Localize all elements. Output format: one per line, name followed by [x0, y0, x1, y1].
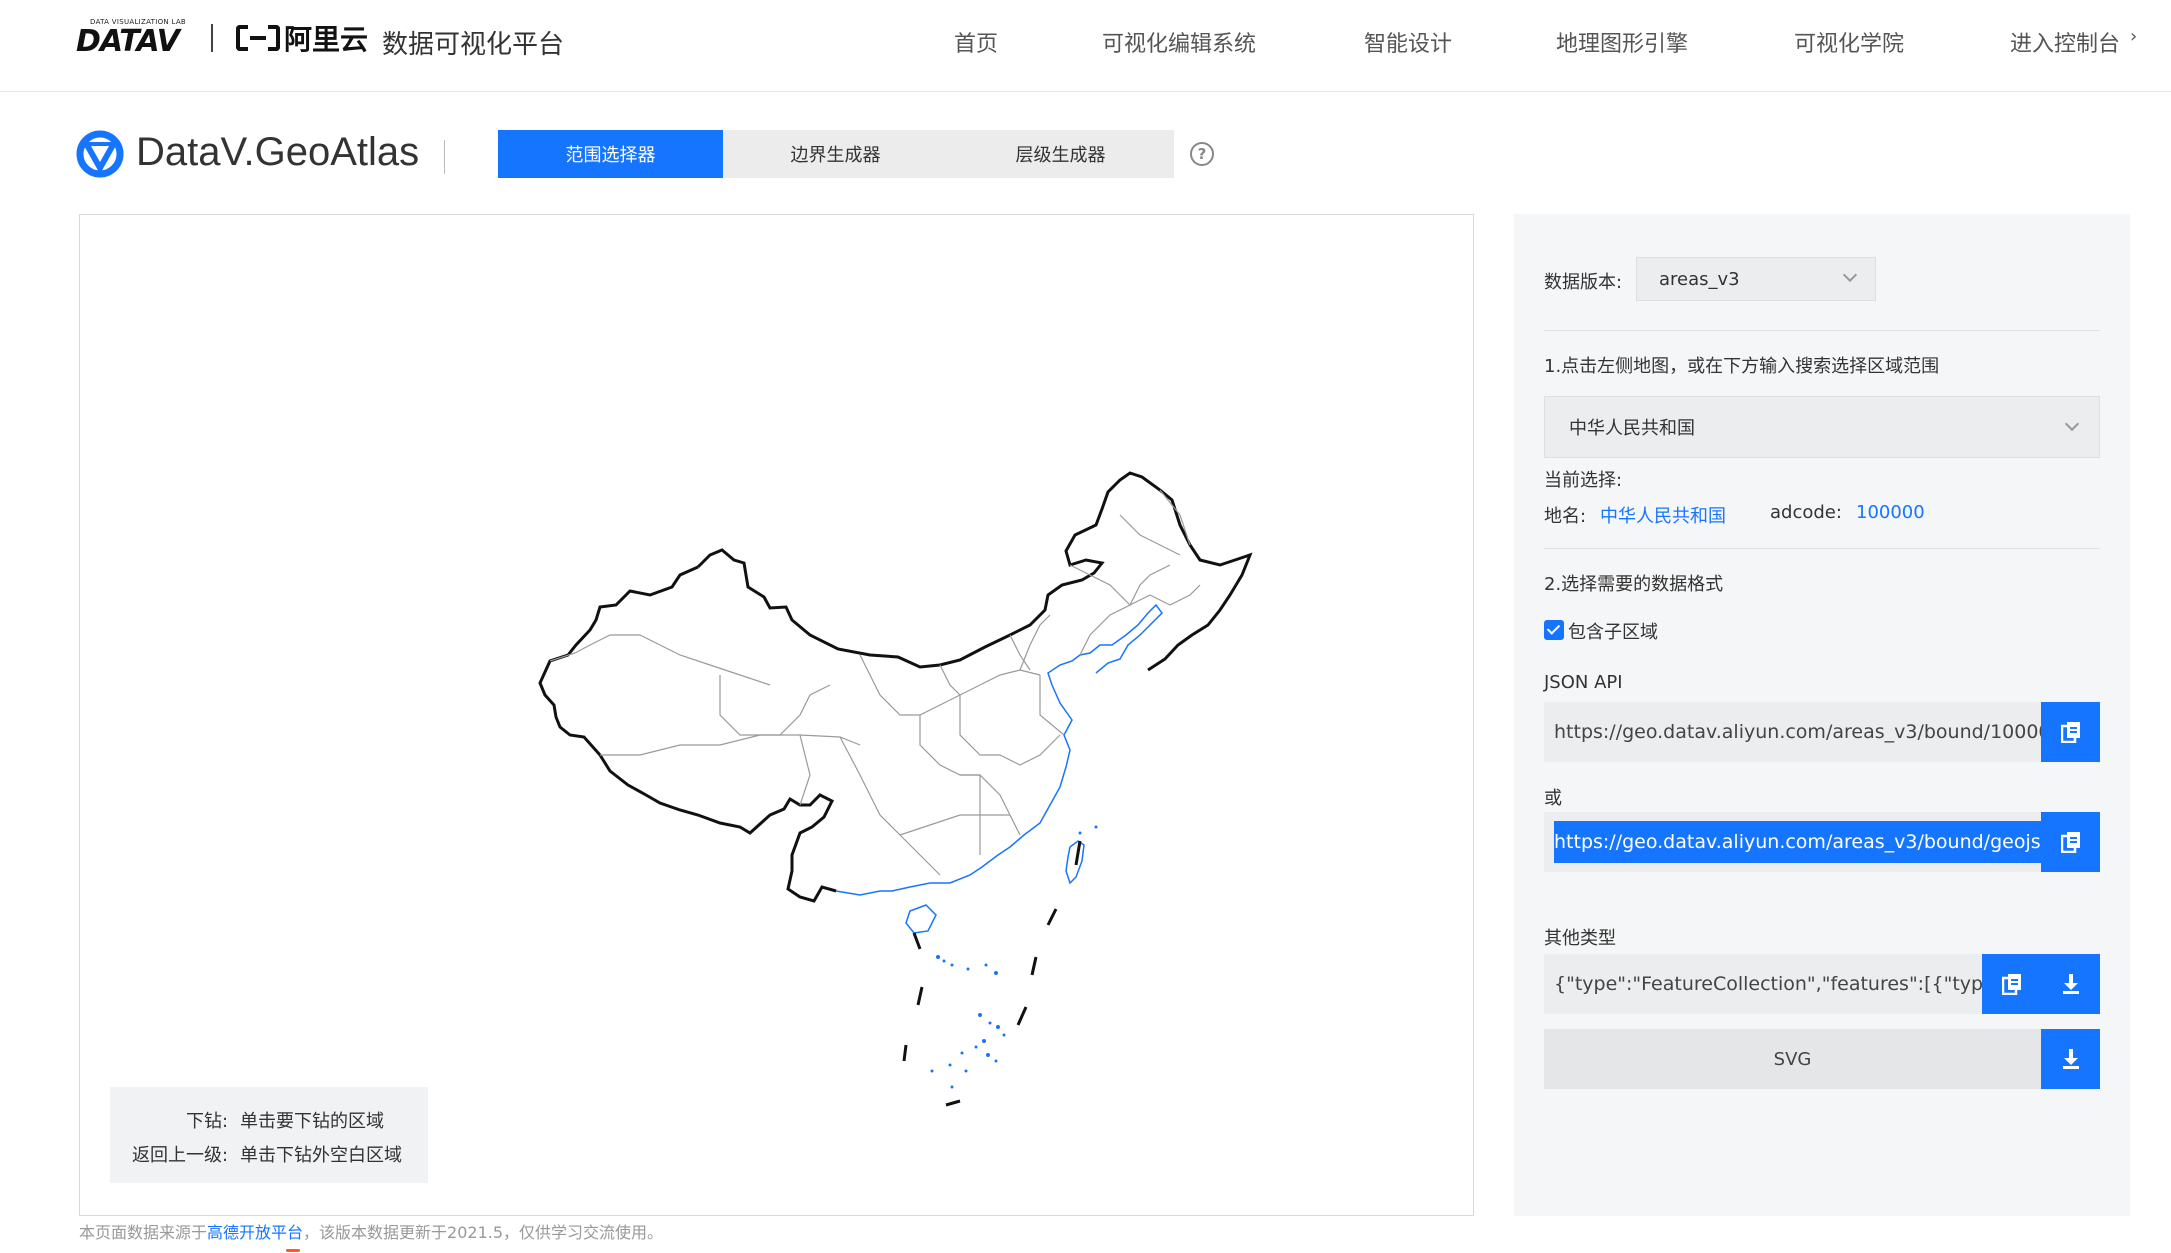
- nav-item-editor[interactable]: 可视化编辑系统: [1102, 26, 1256, 58]
- platform-name: 数据可视化平台: [382, 30, 565, 60]
- copy-geojson-content-button[interactable]: [1982, 954, 2041, 1014]
- help-icon[interactable]: ?: [1190, 142, 1214, 166]
- copy-icon: [2060, 832, 2080, 853]
- red-accent-mark: [286, 1249, 300, 1252]
- tool-tabs: 范围选择器 边界生成器 层级生成器: [498, 130, 1174, 178]
- download-svg-button[interactable]: [2041, 1029, 2100, 1089]
- hint-drill-text: 单击要下钻的区域: [240, 1111, 384, 1132]
- json-api-url: https://geo.datav.aliyun.com/areas_v3/bo…: [1554, 721, 2041, 743]
- download-geojson-button[interactable]: [2041, 954, 2100, 1014]
- name-label: 地名:: [1544, 506, 1587, 527]
- datav-wordmark: DATAV: [76, 24, 180, 59]
- data-version-label: 数据版本:: [1544, 272, 1623, 293]
- tab-boundary-generator[interactable]: 边界生成器: [723, 130, 948, 178]
- nav-item-academy[interactable]: 可视化学院: [1794, 26, 1904, 58]
- region-select[interactable]: 中华人民共和国: [1544, 396, 2100, 458]
- adcode-value[interactable]: 100000: [1856, 502, 1925, 523]
- copy-json-api-button[interactable]: [2041, 702, 2100, 762]
- geojson-url: https://geo.datav.aliyun.com/areas_v3/bo…: [1554, 821, 2041, 863]
- hint-drill-label: 下钻:: [186, 1111, 229, 1132]
- coastline: [835, 603, 1163, 896]
- datav-logo[interactable]: DATA VISUALIZATION LAB DATAV: [76, 18, 192, 59]
- geoatlas-logo-icon: [76, 130, 124, 178]
- nav-item-home[interactable]: 首页: [954, 26, 998, 58]
- amap-link[interactable]: 高德开放平台: [207, 1223, 303, 1242]
- copy-icon: [2001, 974, 2021, 995]
- region-select-value: 中华人民共和国: [1569, 418, 1695, 439]
- geojson-content-field[interactable]: {"type":"FeatureCollection","features":[…: [1544, 954, 1982, 1014]
- title-divider: [444, 140, 445, 174]
- chevron-right-icon: ›: [2130, 26, 2138, 47]
- nav-item-console[interactable]: 进入控制台: [2010, 26, 2120, 58]
- map-panel[interactable]: 下钻: 单击要下钻的区域 返回上一级: 单击下钻外空白区域: [79, 214, 1474, 1216]
- download-icon: [2062, 1049, 2079, 1069]
- current-selection-label: 当前选择:: [1544, 470, 1623, 491]
- aliyun-mark-icon: [236, 23, 280, 53]
- include-subregions-label: 包含子区域: [1568, 622, 1658, 643]
- tab-level-generator[interactable]: 层级生成器: [948, 130, 1173, 178]
- china-map[interactable]: [80, 215, 1473, 1215]
- svg-label: SVG: [1773, 1048, 1812, 1070]
- name-value[interactable]: 中华人民共和国: [1600, 502, 1726, 528]
- svg-format-field[interactable]: SVG: [1544, 1029, 2041, 1089]
- map-hint-box: 下钻: 单击要下钻的区域 返回上一级: 单击下钻外空白区域: [110, 1087, 428, 1183]
- south-sea-islands: [930, 825, 1098, 1089]
- aliyun-logo[interactable]: 阿里云: [236, 20, 368, 56]
- nav-item-geo-engine[interactable]: 地理图形引擎: [1556, 26, 1688, 58]
- tab-range-selector[interactable]: 范围选择器: [498, 130, 723, 178]
- chevron-down-icon: [1842, 267, 1858, 283]
- geojson-content: {"type":"FeatureCollection","features":[…: [1554, 973, 1982, 995]
- or-label: 或: [1544, 788, 1562, 809]
- step1-instruction: 1.点击左侧地图，或在下方输入搜索选择区域范围: [1544, 356, 1940, 377]
- geojson-url-field[interactable]: https://geo.datav.aliyun.com/areas_v3/bo…: [1544, 812, 2041, 872]
- json-api-url-field[interactable]: https://geo.datav.aliyun.com/areas_v3/bo…: [1544, 702, 2041, 762]
- include-subregions-checkbox[interactable]: [1544, 620, 1564, 640]
- divider: [1544, 548, 2100, 549]
- copy-icon: [2060, 722, 2080, 743]
- national-border: [696, 471, 1253, 672]
- province-borders: [549, 489, 1201, 876]
- note-prefix: 本页面数据来源于: [79, 1223, 208, 1242]
- control-panel: 数据版本: areas_v3 1.点击左侧地图，或在下方输入搜索选择区域范围 中…: [1514, 214, 2130, 1216]
- copy-geojson-url-button[interactable]: [2041, 812, 2100, 872]
- json-api-label: JSON API: [1544, 672, 1623, 693]
- data-source-note: 本页面数据来源于高德开放平台，该版本数据更新于2021.5，仅供学习交流使用。: [79, 1219, 663, 1243]
- data-version-value: areas_v3: [1659, 268, 1740, 290]
- download-icon: [2062, 974, 2079, 994]
- aliyun-text: 阿里云: [284, 23, 369, 56]
- other-types-label: 其他类型: [1544, 928, 1616, 949]
- divider: [1544, 330, 2100, 331]
- hint-back-label: 返回上一级:: [132, 1145, 229, 1166]
- logo-divider: [211, 24, 213, 52]
- note-suffix: ，该版本数据更新于2021.5，仅供学习交流使用。: [303, 1223, 664, 1242]
- top-navigation: DATA VISUALIZATION LAB DATAV 阿里云 数据可视化平台…: [0, 0, 2171, 92]
- adcode-label: adcode:: [1770, 502, 1842, 523]
- data-version-select[interactable]: areas_v3: [1636, 257, 1876, 301]
- tool-title: DataV.GeoAtlas: [136, 130, 420, 174]
- nav-item-smart-design[interactable]: 智能设计: [1364, 26, 1452, 58]
- step2-instruction: 2.选择需要的数据格式: [1544, 574, 1724, 595]
- hint-back-text: 单击下钻外空白区域: [240, 1145, 402, 1166]
- nine-dash-line: [902, 840, 1082, 1107]
- hainan: [905, 904, 937, 934]
- chevron-down-icon: [2064, 416, 2080, 432]
